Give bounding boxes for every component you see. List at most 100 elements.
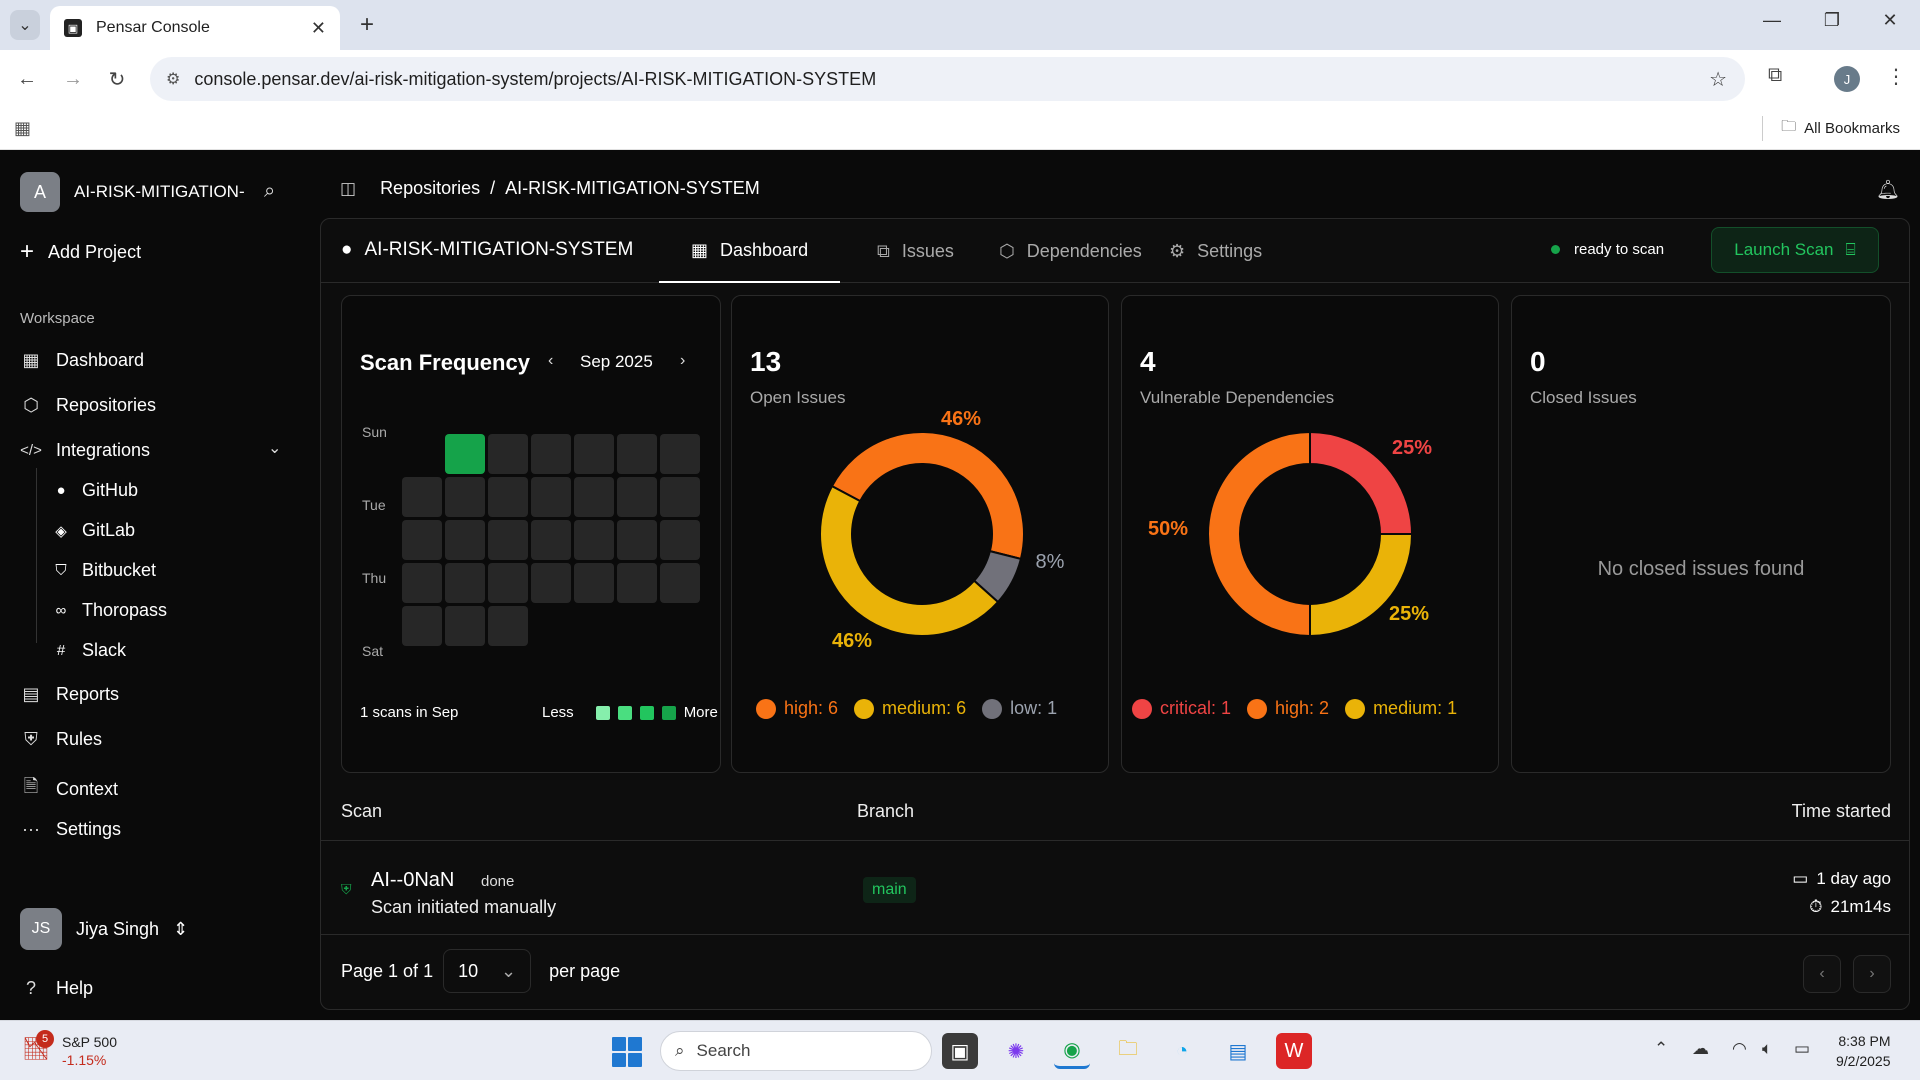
closed-issues-label: Closed Issues <box>1530 388 1637 407</box>
browser-tab[interactable]: ▣ Pensar Console ✕ <box>50 6 340 50</box>
sidebar-item-label: Integrations <box>56 440 151 460</box>
browser-menu-icon[interactable]: ⋮ <box>1886 64 1906 89</box>
gear-icon: ⚙ <box>1169 240 1186 261</box>
sidebar-item-thoropass[interactable]: ∞ Thoropass <box>52 600 167 621</box>
file-icon: 🗎 <box>23 776 39 796</box>
back-icon[interactable]: ← <box>12 64 42 94</box>
sidebar: A AI-RISK-MITIGATION- ⌕ + Add Project Wo… <box>0 150 300 1020</box>
help-label: Help <box>56 978 94 998</box>
bitbucket-icon: ⛉ <box>55 562 67 579</box>
shield-icon: ⛨ <box>24 729 38 749</box>
shield-check-icon: ⛨ <box>341 881 352 897</box>
heat-swatch <box>661 705 676 720</box>
reload-icon[interactable]: ↻ <box>102 64 132 94</box>
tab-dashboard[interactable]: ▦ Dashboard <box>659 219 841 283</box>
workspace-label: Workspace <box>20 310 95 327</box>
apps-grid-icon[interactable]: ▦ <box>14 118 31 139</box>
vuln-deps-legend: critical: 1 high: 2 medium: 1 <box>1132 698 1457 719</box>
tray-chevron-up-icon[interactable]: ⌃ <box>1654 1039 1668 1059</box>
scan-name[interactable]: AI--0NaN <box>371 869 454 892</box>
legend-label: high: 6 <box>784 698 839 718</box>
next-month-icon[interactable]: › <box>680 352 685 370</box>
github-icon: ● <box>341 239 353 260</box>
table-row[interactable]: ⛨ AI--0NaN done Scan initiated manually … <box>321 841 1909 935</box>
legend-label: medium: 6 <box>882 698 967 718</box>
site-info-icon[interactable]: ⚙ <box>166 69 180 89</box>
edge-icon[interactable]: ◔ <box>1164 1033 1200 1069</box>
calendar-day <box>617 477 657 517</box>
legend-label: low: 1 <box>1010 698 1058 718</box>
sidebar-item-context[interactable]: 🗎 Context <box>20 774 118 804</box>
breadcrumb-separator: / <box>490 178 496 198</box>
breadcrumb-repositories[interactable]: Repositories <box>380 178 480 199</box>
add-project-button[interactable]: + Add Project <box>20 238 141 266</box>
file-explorer-icon[interactable]: 🗀 <box>1110 1033 1146 1069</box>
pct-critical: 25% <box>1392 437 1432 459</box>
browser-tab-bar: ⌄ ▣ Pensar Console ✕ + — ❐ ✕ <box>0 0 1920 50</box>
system-clock[interactable]: 8:38 PM 9/2/2025 <box>1836 1031 1891 1071</box>
sidebar-item-dashboard[interactable]: ▦ Dashboard <box>20 350 144 371</box>
close-tab-icon[interactable]: ✕ <box>311 18 326 39</box>
prev-page-button[interactable]: ‹ <box>1803 955 1841 993</box>
sidebar-item-gitlab[interactable]: ◈ GitLab <box>52 520 135 541</box>
copilot-icon[interactable]: ✺ <box>998 1033 1034 1069</box>
wifi-icon[interactable]: ◠ <box>1732 1039 1747 1059</box>
calendar-day <box>531 520 571 560</box>
new-tab-icon[interactable]: + <box>352 10 382 40</box>
next-page-button[interactable]: › <box>1853 955 1891 993</box>
restore-icon[interactable]: ❐ <box>1812 10 1852 31</box>
calendar-day <box>445 520 485 560</box>
day-label: Sat <box>362 643 384 659</box>
github-icon: ● <box>56 482 66 499</box>
tab-settings[interactable]: ⚙ Settings <box>1137 219 1294 283</box>
volume-icon[interactable]: 🔈︎ <box>1762 1039 1772 1059</box>
per-page-select[interactable]: 10 ⌄ <box>443 949 532 993</box>
forward-icon[interactable]: → <box>58 64 88 94</box>
chrome-icon[interactable]: ◉ <box>1054 1033 1090 1069</box>
sidebar-item-integrations[interactable]: </> Integrations <box>20 440 150 461</box>
prev-month-icon[interactable]: ‹ <box>548 352 553 370</box>
sidebar-toggle-icon[interactable]: ◫ <box>340 179 356 199</box>
search-label: Search <box>696 1041 751 1060</box>
sidebar-item-rules[interactable]: ⛨ Rules <box>20 729 102 750</box>
address-bar[interactable]: ⚙ console.pensar.dev/ai-risk-mitigation-… <box>150 57 1745 101</box>
sidebar-item-github[interactable]: ● GitHub <box>52 480 138 501</box>
taskbar-search[interactable]: ⌕ Search <box>660 1031 932 1071</box>
minimize-icon[interactable]: — <box>1752 10 1792 31</box>
notification-bell-icon[interactable]: 🔔︎ <box>1876 178 1900 202</box>
scan-duration: ⏱ 21m14s <box>1809 897 1891 917</box>
store-icon[interactable]: ▤ <box>1220 1033 1256 1069</box>
sidebar-item-slack[interactable]: # Slack <box>52 640 126 661</box>
sidebar-item-repositories[interactable]: ⬡ Repositories <box>20 395 156 416</box>
sidebar-item-reports[interactable]: ▤ Reports <box>20 684 119 705</box>
windows-start-icon[interactable] <box>612 1037 642 1067</box>
bookmark-star-icon[interactable]: ☆ <box>1709 67 1727 92</box>
project-switcher[interactable]: A AI-RISK-MITIGATION- <box>20 172 245 212</box>
profile-avatar[interactable]: J <box>1834 66 1860 92</box>
sidebar-item-label: Dashboard <box>56 350 145 370</box>
chevron-down-icon[interactable]: ⌄ <box>268 438 281 458</box>
all-bookmarks-button[interactable]: 🗀 All Bookmarks <box>1762 116 1900 141</box>
battery-icon[interactable]: ▭ <box>1794 1039 1810 1059</box>
wps-office-icon[interactable]: W <box>1276 1033 1312 1069</box>
tab-issues[interactable]: ⧉ Issues <box>845 219 986 283</box>
window-close-icon[interactable]: ✕ <box>1870 10 1910 31</box>
per-page-label: per page <box>549 960 621 981</box>
pct-medium: 46% <box>832 630 872 652</box>
launch-scan-button[interactable]: Launch Scan ⌸ <box>1711 227 1879 273</box>
sidebar-item-bitbucket[interactable]: ⛉ Bitbucket <box>52 560 156 581</box>
submenu-line <box>36 468 37 643</box>
stock-widget[interactable]: 📉︎ 5 S&P 500 -1.15% <box>22 1030 117 1069</box>
search-icon[interactable]: ⌕ <box>264 180 275 203</box>
sidebar-item-settings[interactable]: ··· Settings <box>20 819 121 840</box>
onedrive-icon[interactable]: ☁ <box>1692 1039 1709 1059</box>
tab-list-dropdown-icon[interactable]: ⌄ <box>10 10 40 40</box>
user-menu[interactable]: JS Jiya Singh ⇕ <box>20 908 188 950</box>
calendar-day <box>574 606 614 646</box>
sidebar-item-label: Slack <box>82 640 127 660</box>
calendar-day <box>445 434 485 474</box>
extensions-icon[interactable]: ⧉ <box>1768 64 1782 87</box>
pagination: Page 1 of 1 10 ⌄ per page <box>341 949 620 993</box>
help-link[interactable]: ? Help <box>20 978 93 999</box>
task-view-icon[interactable]: ▣ <box>942 1033 978 1069</box>
